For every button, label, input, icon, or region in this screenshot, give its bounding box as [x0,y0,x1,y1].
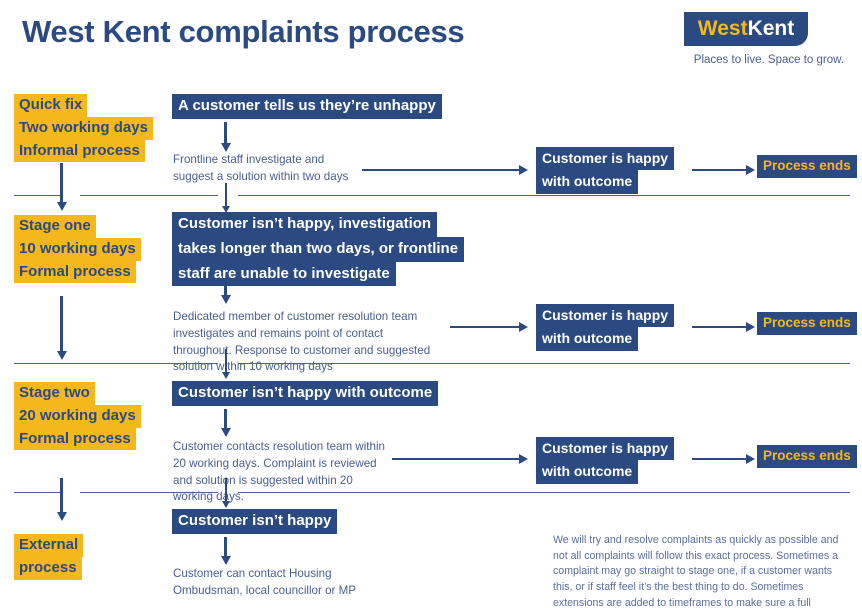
stage-label-line: process [14,556,82,580]
footnote-text: We will try and resolve complaints as qu… [553,534,839,608]
trigger-line: staff are unable to investigate [172,261,396,287]
trigger-line: Customer isn’t happy with outcome [172,381,439,406]
stage-label-stage-one: Stage one 10 working days Formal process [14,215,141,284]
arrow-down-stageone-trigger-to-action [224,282,227,296]
trigger-line: A customer tells us they’re unhappy [172,94,442,119]
arrow-down-stagetwo-action-to-external [225,478,227,502]
complaints-process-diagram: West Kent complaints process WestKent Pl… [0,0,862,608]
divider-quickfix-bottom-mid [80,195,218,196]
arrow-down-stageone-action-to-stagetwo [225,349,227,373]
arrow-right-stagetwo-to-end [692,458,747,460]
trigger-line: Customer isn’t happy [172,509,338,534]
outcome-line: with outcome [536,327,639,351]
trigger-box-quick-fix: A customer tells us they’re unhappy [172,94,442,119]
action-text-stage-two: Customer contacts resolution team within… [173,440,385,504]
arrow-down-quickfix-trigger-to-action [224,122,227,144]
arrow-right-quickfix-to-outcome [362,169,520,171]
arrow-down-stageone-label-to-stagetwo-label [60,296,63,352]
outcome-box-quick-fix: Customer is happy with outcome [536,147,675,194]
process-ends-line: Process ends [757,445,857,468]
arrow-right-stageone-to-end [692,326,747,328]
trigger-box-external-process: Customer isn’t happy [172,509,338,534]
trigger-box-stage-two: Customer isn’t happy with outcome [172,381,439,406]
stage-label-line: Stage one [14,215,96,238]
action-text-external-process: Customer can contact Housing Ombudsman, … [173,567,356,597]
westkent-logo: WestKent Places to live. Space to grow. [646,12,846,66]
stage-label-line: 20 working days [14,404,141,428]
arrow-down-stagetwo-label-to-external-label [60,478,63,513]
outcome-line: Customer is happy [536,147,675,171]
arrow-down-external-trigger-to-action [224,537,227,557]
outcome-box-stage-one: Customer is happy with outcome [536,304,675,351]
trigger-line: takes longer than two days, or frontline [172,236,465,262]
action-text-stage-one: Dedicated member of customer resolution … [173,310,431,374]
arrow-down-quickfix-action-to-stageone [225,183,227,207]
stage-label-line: Stage two [14,382,95,405]
process-ends-line: Process ends [757,155,857,178]
logo-word-kent: Kent [747,17,795,40]
arrow-right-stageone-to-outcome [450,326,520,328]
stage-label-quick-fix: Quick fix Two working days Informal proc… [14,94,153,163]
divider-stagetwo-bottom-left [14,492,60,493]
logo-tagline: Places to live. Space to grow. [693,54,844,66]
trigger-box-stage-one: Customer isn’t happy, investigation take… [172,212,465,287]
outcome-line: with outcome [536,460,639,484]
logo-badge: WestKent [683,12,809,46]
divider-quickfix-bottom-right [238,195,850,196]
page-title: West Kent complaints process [22,14,465,49]
process-ends-stage-two: Process ends [757,445,857,468]
outcome-line: Customer is happy [536,437,675,461]
stage-label-line: External [14,534,84,557]
outcome-line: with outcome [536,170,639,194]
arrow-right-stagetwo-to-outcome [392,458,520,460]
process-ends-stage-one: Process ends [757,312,857,335]
trigger-line: Customer isn’t happy, investigation [172,212,438,237]
stage-label-line: Informal process [14,139,145,163]
action-text-quick-fix: Frontline staff investigate and suggest … [173,153,349,183]
logo-word-west: West [697,17,748,40]
stage-label-stage-two: Stage two 20 working days Formal process [14,382,141,451]
arrow-down-quickfix-label-to-stageone-label [60,163,63,203]
stage-label-line: Quick fix [14,94,88,117]
arrow-down-stagetwo-trigger-to-action [224,409,227,429]
arrow-right-quickfix-to-end [692,169,747,171]
stage-label-line: 10 working days [14,237,141,261]
divider-quickfix-bottom-left [14,195,60,196]
stage-label-line: Two working days [14,116,153,140]
stage-label-line: Formal process [14,260,136,284]
stage-label-external-process: External process [14,534,84,580]
process-ends-line: Process ends [757,312,857,335]
process-ends-quick-fix: Process ends [757,155,857,178]
outcome-line: Customer is happy [536,304,675,328]
outcome-box-stage-two: Customer is happy with outcome [536,437,675,484]
stage-label-line: Formal process [14,427,136,451]
